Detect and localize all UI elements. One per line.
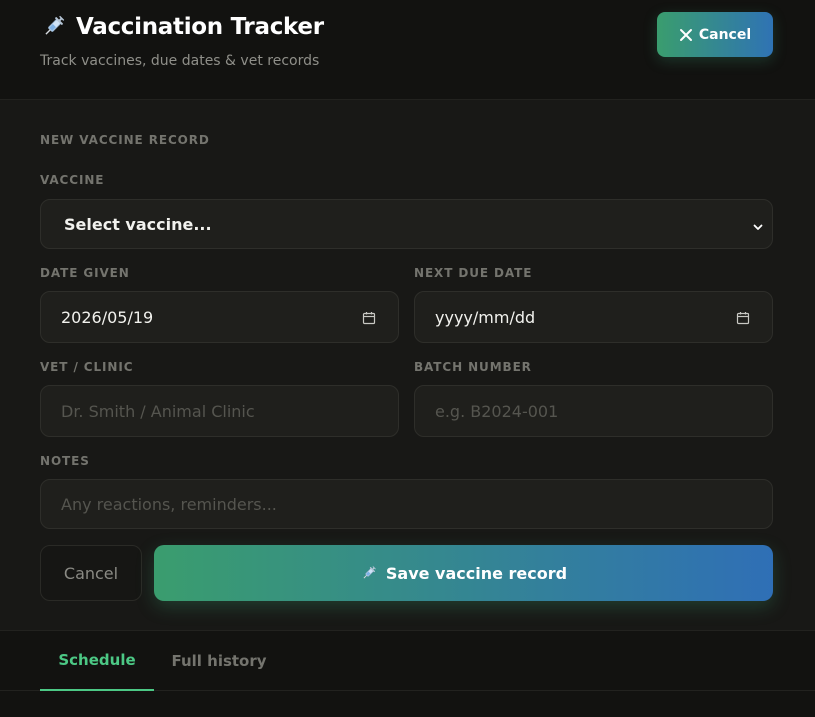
chevron-down-icon <box>752 218 764 230</box>
notes-label: NOTES <box>40 454 90 468</box>
date-given-input[interactable]: 2026/05/19 <box>40 291 399 343</box>
next-due-date-label: NEXT DUE DATE <box>414 266 533 280</box>
close-icon <box>679 28 693 42</box>
batch-number-input[interactable]: e.g. B2024-001 <box>414 385 773 437</box>
vaccine-select-value: Select vaccine... <box>64 214 212 234</box>
syringe-icon <box>360 565 377 582</box>
cancel-button[interactable]: Cancel <box>40 545 142 601</box>
title-row: Vaccination Tracker <box>40 14 324 40</box>
save-vaccine-record-label: Save vaccine record <box>385 563 568 583</box>
header-cancel-button[interactable]: Cancel <box>657 12 773 57</box>
calendar-icon[interactable] <box>736 310 750 325</box>
section-title: NEW VACCINE RECORD <box>40 133 210 147</box>
vaccination-tracker-app: Vaccination Tracker Track vaccines, due … <box>0 0 815 717</box>
vaccine-select[interactable]: Select vaccine... <box>40 199 773 249</box>
header: Vaccination Tracker Track vaccines, due … <box>0 0 815 100</box>
header-cancel-label: Cancel <box>698 26 752 43</box>
date-given-label: DATE GIVEN <box>40 266 130 280</box>
vet-clinic-input[interactable]: Dr. Smith / Animal Clinic <box>40 385 399 437</box>
batch-number-placeholder: e.g. B2024-001 <box>435 401 559 421</box>
new-vaccine-form: NEW VACCINE RECORD VACCINE Select vaccin… <box>0 100 815 631</box>
tab-full-history[interactable]: Full history <box>160 631 278 691</box>
next-due-date-input[interactable]: yyyy/mm/dd <box>414 291 773 343</box>
next-due-date-value: yyyy/mm/dd <box>435 307 536 327</box>
tab-bar: Schedule Full history <box>0 631 815 691</box>
date-given-value: 2026/05/19 <box>61 307 154 327</box>
syringe-icon <box>40 14 66 40</box>
batch-number-label: BATCH NUMBER <box>414 360 532 374</box>
save-vaccine-record-button[interactable]: Save vaccine record <box>154 545 773 601</box>
vet-clinic-placeholder: Dr. Smith / Animal Clinic <box>61 401 255 421</box>
calendar-icon[interactable] <box>362 310 376 325</box>
notes-placeholder: Any reactions, reminders... <box>61 494 277 514</box>
tab-schedule[interactable]: Schedule <box>40 631 154 691</box>
vet-clinic-label: VET / CLINIC <box>40 360 134 374</box>
page-title: Vaccination Tracker <box>76 14 324 40</box>
page-subtitle: Track vaccines, due dates & vet records <box>40 53 320 69</box>
vaccine-label: VACCINE <box>40 173 105 187</box>
notes-input[interactable]: Any reactions, reminders... <box>40 479 773 529</box>
